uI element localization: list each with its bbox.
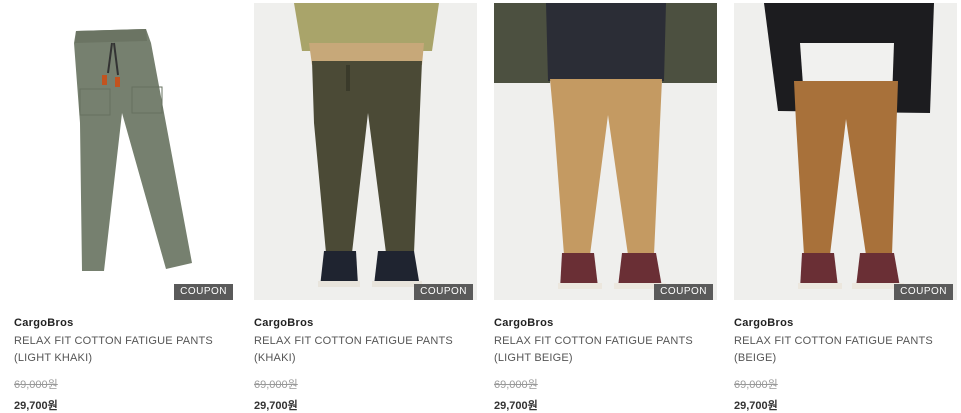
coupon-badge: COUPON — [894, 284, 953, 300]
product-card[interactable]: COUPON CargoBros RELAX FIT COTTON FATIGU… — [254, 3, 477, 413]
product-name[interactable]: RELAX FIT COTTON FATIGUE PANTS (LIGHT BE… — [494, 333, 704, 367]
product-image[interactable]: COUPON — [494, 3, 717, 300]
product-image[interactable]: COUPON — [254, 3, 477, 300]
pants-flatlay-illustration — [74, 29, 192, 271]
original-price: 69,000원 — [494, 379, 538, 391]
sale-price: 29,700원 — [494, 400, 538, 412]
product-image[interactable]: COUPON — [734, 3, 957, 300]
original-price: 69,000원 — [14, 379, 58, 391]
sale-price: 29,700원 — [254, 400, 298, 412]
product-grid: COUPON CargoBros RELAX FIT COTTON FATIGU… — [0, 0, 961, 413]
coupon-badge: COUPON — [174, 284, 233, 300]
product-name[interactable]: RELAX FIT COTTON FATIGUE PANTS (BEIGE) — [734, 333, 944, 367]
original-price: 69,000원 — [254, 379, 298, 391]
brand-name[interactable]: CargoBros — [734, 317, 957, 329]
brand-name[interactable]: CargoBros — [254, 317, 477, 329]
product-name[interactable]: RELAX FIT COTTON FATIGUE PANTS (LIGHT KH… — [14, 333, 224, 367]
product-card[interactable]: COUPON CargoBros RELAX FIT COTTON FATIGU… — [14, 3, 237, 413]
sale-price: 29,700원 — [14, 400, 58, 412]
product-card[interactable]: COUPON CargoBros RELAX FIT COTTON FATIGU… — [494, 3, 717, 413]
product-card[interactable]: COUPON CargoBros RELAX FIT COTTON FATIGU… — [734, 3, 957, 413]
product-image[interactable]: COUPON — [14, 3, 237, 300]
sale-price: 29,700원 — [734, 400, 778, 412]
pants-worn-illustration — [494, 3, 717, 289]
coupon-badge: COUPON — [654, 284, 713, 300]
pants-worn-illustration — [764, 3, 934, 289]
pants-worn-illustration — [294, 3, 439, 287]
coupon-badge: COUPON — [414, 284, 473, 300]
original-price: 69,000원 — [734, 379, 778, 391]
product-name[interactable]: RELAX FIT COTTON FATIGUE PANTS (KHAKI) — [254, 333, 464, 367]
brand-name[interactable]: CargoBros — [14, 317, 237, 329]
brand-name[interactable]: CargoBros — [494, 317, 717, 329]
